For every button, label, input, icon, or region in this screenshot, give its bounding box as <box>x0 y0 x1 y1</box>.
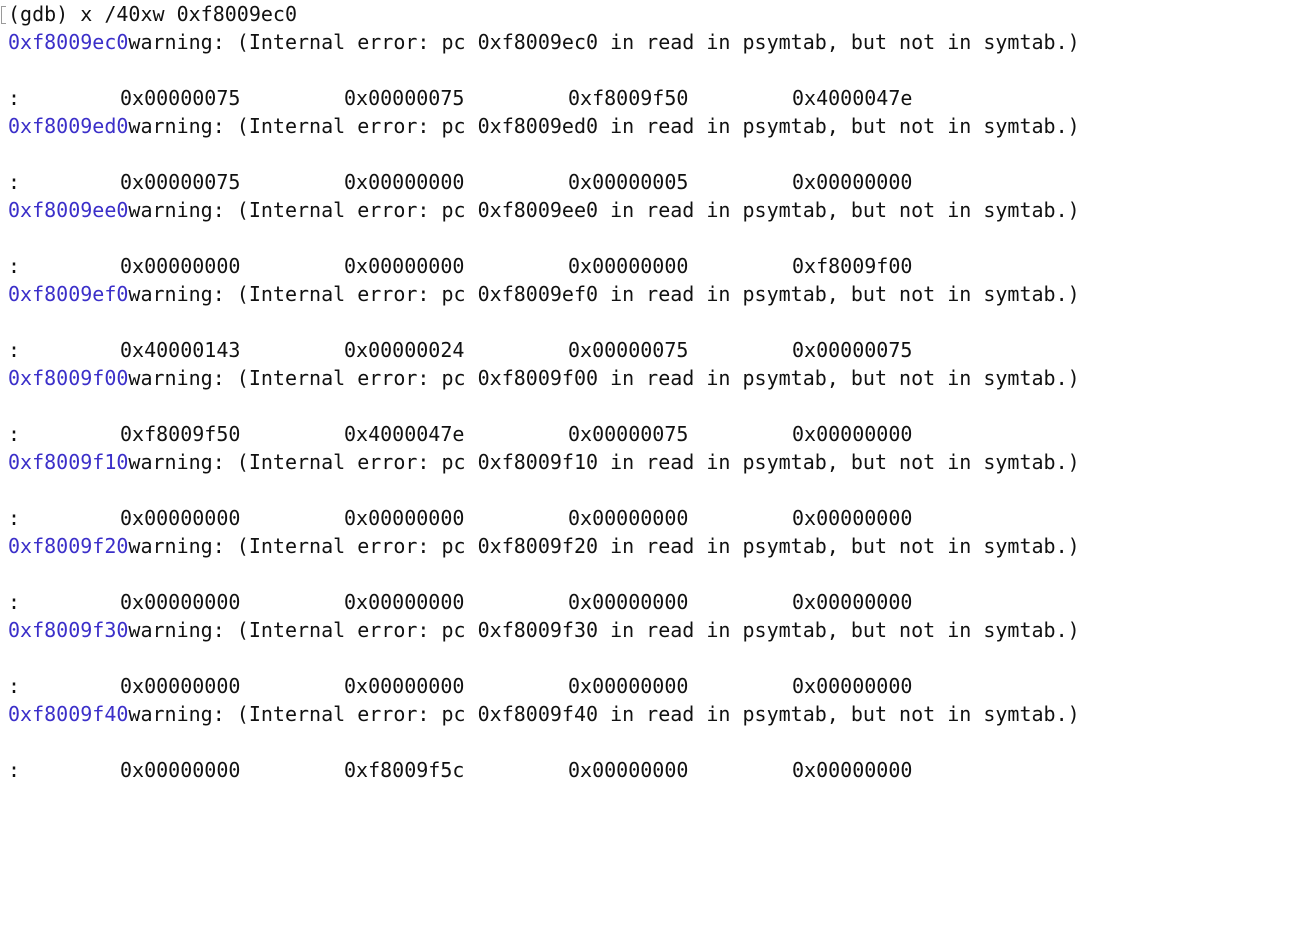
row-colon: : <box>8 422 21 446</box>
memory-word: 0x00000075 <box>568 338 689 362</box>
memory-row: : 0x00000075 0x00000075 0xf8009f50 0x400… <box>8 84 1008 112</box>
memory-row: : 0x40000143 0x00000024 0x00000075 0x000… <box>8 336 1008 364</box>
memory-word: 0x00000000 <box>568 590 689 614</box>
memory-word: 0x00000075 <box>120 170 241 194</box>
row-colon: : <box>8 170 21 194</box>
memory-row: : 0x00000000 0x00000000 0x00000000 0xf80… <box>8 252 1008 280</box>
memory-word: 0x00000000 <box>568 506 689 530</box>
memory-word: 0x00000075 <box>120 86 241 110</box>
warning-line: 0xf8009f20warning: (Internal error: pc 0… <box>8 532 1080 560</box>
warning-text: warning: (Internal error: pc 0xf8009f10 … <box>128 450 1080 474</box>
gdb-command-line: (gdb) x /40xw 0xf8009ec0 <box>8 2 297 26</box>
memory-address: 0xf8009ed0 <box>8 114 129 138</box>
warning-line: 0xf8009ee0warning: (Internal error: pc 0… <box>8 196 1080 224</box>
memory-word: 0x00000075 <box>344 86 465 110</box>
warning-line: 0xf8009ef0warning: (Internal error: pc 0… <box>8 280 1080 308</box>
memory-word: 0xf8009f00 <box>792 254 913 278</box>
memory-row: : 0xf8009f50 0x4000047e 0x00000075 0x000… <box>8 420 1008 448</box>
warning-text: warning: (Internal error: pc 0xf8009f00 … <box>128 366 1080 390</box>
memory-address: 0xf8009f00 <box>8 366 129 390</box>
memory-word: 0x00000000 <box>792 758 913 782</box>
memory-word: 0x00000000 <box>120 674 241 698</box>
memory-word: 0x00000075 <box>792 338 913 362</box>
memory-word: 0x00000000 <box>120 254 241 278</box>
memory-address: 0xf8009f20 <box>8 534 129 558</box>
memory-word: 0x00000000 <box>792 506 913 530</box>
memory-word: 0x00000000 <box>344 506 465 530</box>
row-colon: : <box>8 590 21 614</box>
memory-word: 0x00000000 <box>120 758 241 782</box>
warning-line: 0xf8009f00warning: (Internal error: pc 0… <box>8 364 1080 392</box>
row-colon: : <box>8 254 21 278</box>
warning-text: warning: (Internal error: pc 0xf8009ed0 … <box>128 114 1080 138</box>
memory-row: : 0x00000075 0x00000000 0x00000005 0x000… <box>8 168 1008 196</box>
memory-address: 0xf8009ef0 <box>8 282 129 306</box>
memory-word: 0x00000000 <box>792 422 913 446</box>
memory-word: 0xf8009f5c <box>344 758 465 782</box>
memory-word: 0x40000143 <box>120 338 241 362</box>
warning-text: warning: (Internal error: pc 0xf8009f30 … <box>128 618 1080 642</box>
memory-address: 0xf8009f30 <box>8 618 129 642</box>
memory-row: : 0x00000000 0x00000000 0x00000000 0x000… <box>8 588 1008 616</box>
terminal-window[interactable]: (gdb) x /40xw 0xf8009ec0 0xf8009ec0warni… <box>0 0 1310 790</box>
memory-address: 0xf8009f10 <box>8 450 129 474</box>
memory-word: 0x4000047e <box>344 422 465 446</box>
warning-text: warning: (Internal error: pc 0xf8009f40 … <box>128 702 1080 726</box>
warning-line: 0xf8009f10warning: (Internal error: pc 0… <box>8 448 1080 476</box>
memory-row: : 0x00000000 0x00000000 0x00000000 0x000… <box>8 672 1008 700</box>
row-colon: : <box>8 338 21 362</box>
memory-word: 0x00000000 <box>568 674 689 698</box>
memory-word: 0x00000000 <box>344 590 465 614</box>
memory-word: 0x00000000 <box>120 506 241 530</box>
memory-word: 0x00000005 <box>568 170 689 194</box>
row-colon: : <box>8 86 21 110</box>
memory-row: : 0x00000000 0xf8009f5c 0x00000000 0x000… <box>8 756 1008 784</box>
memory-word: 0x00000000 <box>344 254 465 278</box>
memory-word: 0x00000000 <box>344 674 465 698</box>
memory-word: 0x00000000 <box>792 590 913 614</box>
memory-word: 0x00000000 <box>792 674 913 698</box>
warning-line: 0xf8009ec0warning: (Internal error: pc 0… <box>8 28 1080 56</box>
warning-text: warning: (Internal error: pc 0xf8009ef0 … <box>128 282 1080 306</box>
memory-word: 0x00000024 <box>344 338 465 362</box>
memory-word: 0x00000075 <box>568 422 689 446</box>
memory-address: 0xf8009f40 <box>8 702 129 726</box>
memory-word: 0xf8009f50 <box>568 86 689 110</box>
warning-line: 0xf8009f30warning: (Internal error: pc 0… <box>8 616 1080 644</box>
warning-text: warning: (Internal error: pc 0xf8009ee0 … <box>128 198 1080 222</box>
memory-word: 0x4000047e <box>792 86 913 110</box>
warning-text: warning: (Internal error: pc 0xf8009f20 … <box>128 534 1080 558</box>
memory-word: 0xf8009f50 <box>120 422 241 446</box>
memory-row: : 0x00000000 0x00000000 0x00000000 0x000… <box>8 504 1008 532</box>
selection-bracket-icon <box>1 6 6 24</box>
warning-line: 0xf8009f40warning: (Internal error: pc 0… <box>8 700 1080 728</box>
row-colon: : <box>8 674 21 698</box>
warning-line: 0xf8009ed0warning: (Internal error: pc 0… <box>8 112 1080 140</box>
memory-word: 0x00000000 <box>568 254 689 278</box>
warning-text: warning: (Internal error: pc 0xf8009ec0 … <box>128 30 1080 54</box>
memory-word: 0x00000000 <box>568 758 689 782</box>
memory-address: 0xf8009ee0 <box>8 198 129 222</box>
row-colon: : <box>8 758 21 782</box>
memory-word: 0x00000000 <box>792 170 913 194</box>
row-colon: : <box>8 506 21 530</box>
memory-word: 0x00000000 <box>344 170 465 194</box>
memory-address: 0xf8009ec0 <box>8 30 129 54</box>
memory-word: 0x00000000 <box>120 590 241 614</box>
